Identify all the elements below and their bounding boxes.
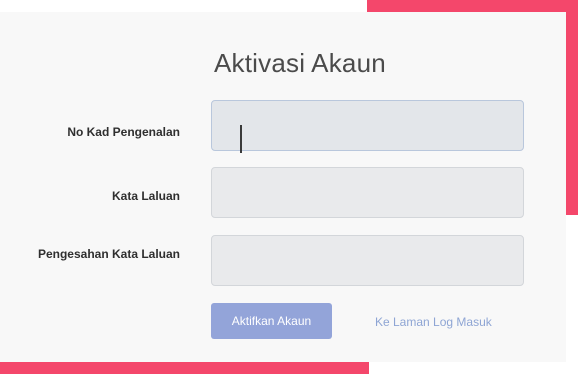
- password-input[interactable]: [211, 167, 524, 218]
- password-label: Kata Laluan: [111, 189, 180, 203]
- activate-account-button[interactable]: Aktifkan Akaun: [211, 303, 332, 339]
- confirm-password-input[interactable]: [211, 235, 524, 286]
- confirm-password-label: Pengesahan Kata Laluan: [37, 247, 180, 261]
- ic-number-label: No Kad Pengenalan: [67, 125, 180, 139]
- text-caret: [240, 125, 242, 153]
- login-page-link[interactable]: Ke Laman Log Masuk: [375, 315, 492, 329]
- page-title: Aktivasi Akaun: [214, 48, 386, 78]
- ic-number-input[interactable]: [211, 100, 524, 151]
